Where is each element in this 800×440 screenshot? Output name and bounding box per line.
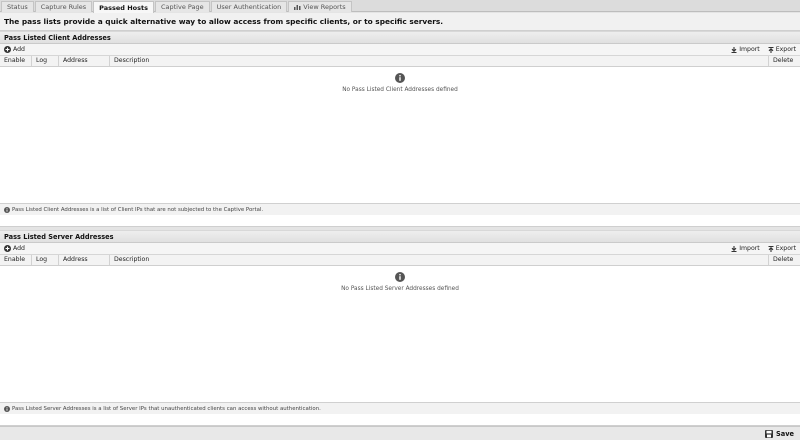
table-header: Enable Log Address Description Delete [0,255,800,266]
column-enable[interactable]: Enable [0,255,32,265]
tab-captive-page[interactable]: Captive Page [154,1,210,12]
panel-toolbar: Add Import Export [0,243,800,255]
tab-bar: Status Capture Rules Passed Hosts Captiv… [0,0,800,13]
tab-passed-hosts[interactable]: Passed Hosts [93,1,154,13]
add-label: Add [13,245,25,252]
panel-title: Pass Listed Client Addresses [0,31,800,44]
panel-title: Pass Listed Server Addresses [0,230,800,243]
import-label: Import [739,245,760,252]
panel-note: Pass Listed Server Addresses is a list o… [0,402,800,414]
import-icon [731,46,737,53]
column-enable[interactable]: Enable [0,56,32,66]
empty-message: No Pass Listed Server Addresses defined [341,286,459,292]
tab-status[interactable]: Status [1,1,34,12]
chart-icon [294,5,301,10]
column-description[interactable]: Description [110,56,769,66]
info-icon [395,272,405,282]
table-body: No Pass Listed Client Addresses defined [0,67,800,203]
column-address[interactable]: Address [59,255,110,265]
tab-user-authentication[interactable]: User Authentication [210,1,288,12]
column-description[interactable]: Description [110,255,769,265]
bottom-bar: Save [0,426,800,440]
import-icon [731,245,737,252]
export-button[interactable]: Export [768,245,796,252]
tab-view-reports[interactable]: View Reports [288,1,352,12]
tab-label: Captive Page [160,3,204,11]
server-addresses-panel: Pass Listed Server Addresses Add Import … [0,230,800,426]
add-icon [4,245,11,252]
column-address[interactable]: Address [59,56,110,66]
tab-label: Capture Rules [40,3,87,11]
note-text: Pass Listed Client Addresses is a list o… [12,206,264,213]
save-icon [765,429,774,438]
tab-label: User Authentication [216,3,282,11]
column-log[interactable]: Log [32,255,59,265]
export-button[interactable]: Export [768,46,796,53]
column-delete[interactable]: Delete [769,56,800,66]
info-icon [395,73,405,83]
add-icon [4,46,11,53]
table-body: No Pass Listed Server Addresses defined [0,266,800,402]
tab-label: View Reports [303,3,346,11]
add-button[interactable]: Add [4,245,25,252]
save-label: Save [776,429,794,438]
info-icon [4,206,10,213]
add-button[interactable]: Add [4,46,25,53]
export-label: Export [775,245,796,252]
import-label: Import [739,46,760,53]
export-icon [768,46,774,53]
info-icon [4,405,10,412]
import-button[interactable]: Import [731,46,760,53]
column-log[interactable]: Log [32,56,59,66]
save-button[interactable]: Save [765,429,794,438]
note-text: Pass Listed Server Addresses is a list o… [12,405,321,412]
panel-note: Pass Listed Client Addresses is a list o… [0,203,800,215]
export-icon [768,245,774,252]
panel-toolbar: Add Import Export [0,44,800,56]
empty-message: No Pass Listed Client Addresses defined [342,87,458,93]
table-header: Enable Log Address Description Delete [0,56,800,67]
export-label: Export [775,46,796,53]
tab-label: Status [7,3,28,11]
tab-label: Passed Hosts [99,3,148,12]
add-label: Add [13,46,25,53]
import-button[interactable]: Import [731,245,760,252]
tab-capture-rules[interactable]: Capture Rules [34,1,93,12]
info-banner: The pass lists provide a quick alternati… [0,13,800,31]
column-delete[interactable]: Delete [769,255,800,265]
client-addresses-panel: Pass Listed Client Addresses Add Import … [0,31,800,227]
